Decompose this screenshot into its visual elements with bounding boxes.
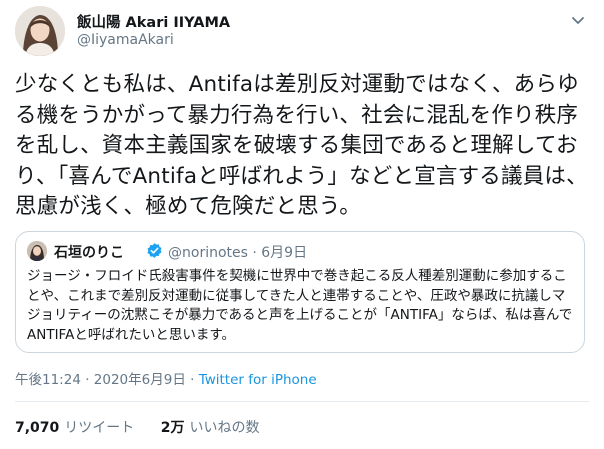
quoted-author-name: 石垣のりこ — [54, 245, 124, 261]
quoted-author-handle-date: @norinotes · 6月9日 — [168, 245, 308, 261]
likes-stat[interactable]: 2万 いいねの数 — [161, 417, 260, 437]
author-handle[interactable]: @IiyamaAkari — [77, 32, 174, 48]
quoted-tweet[interactable]: 石垣のりこ @norinotes · 6月9日 ジョージ・フロイド氏殺害事件を契… — [15, 231, 585, 353]
likes-count: 2万 — [160, 420, 185, 436]
tweet-meta: 午後11:24 · 2020年6月9日 · Twitter for iPhone — [15, 368, 317, 388]
quoted-tweet-text: ジョージ・フロイド氏殺害事件を契機に世界中で巻き起こる反人種差別運動に参加するこ… — [27, 268, 573, 343]
tweet-card: 飯山陽 Akari IIYAMA @IiyamaAkari 少なくとも私は、An… — [0, 0, 604, 449]
retweets-label: リツイート — [64, 420, 135, 436]
retweets-stat[interactable]: 7,070 リツイート — [15, 417, 134, 437]
author-avatar-image — [15, 6, 65, 56]
divider — [15, 401, 589, 402]
tweet-timestamp[interactable]: 午後11:24 · 2020年6月9日 · — [15, 372, 199, 388]
likes-label: いいねの数 — [189, 420, 260, 436]
tweet-source-link[interactable]: Twitter for iPhone — [199, 372, 317, 388]
author-display-name[interactable]: 飯山陽 Akari IIYAMA — [77, 11, 230, 32]
author-avatar[interactable] — [15, 6, 65, 56]
quoted-author-avatar — [27, 241, 47, 261]
retweets-count: 7,070 — [15, 420, 60, 436]
chevron-down-icon[interactable] — [568, 10, 588, 30]
tweet-text: 少なくとも私は、Antifaは差別反対運動ではなく、あらゆる機をうかがって暴力行… — [15, 72, 588, 219]
verified-badge-icon — [146, 242, 163, 259]
tweet-stats: 7,070 リツイート 2万 いいねの数 — [15, 417, 282, 437]
